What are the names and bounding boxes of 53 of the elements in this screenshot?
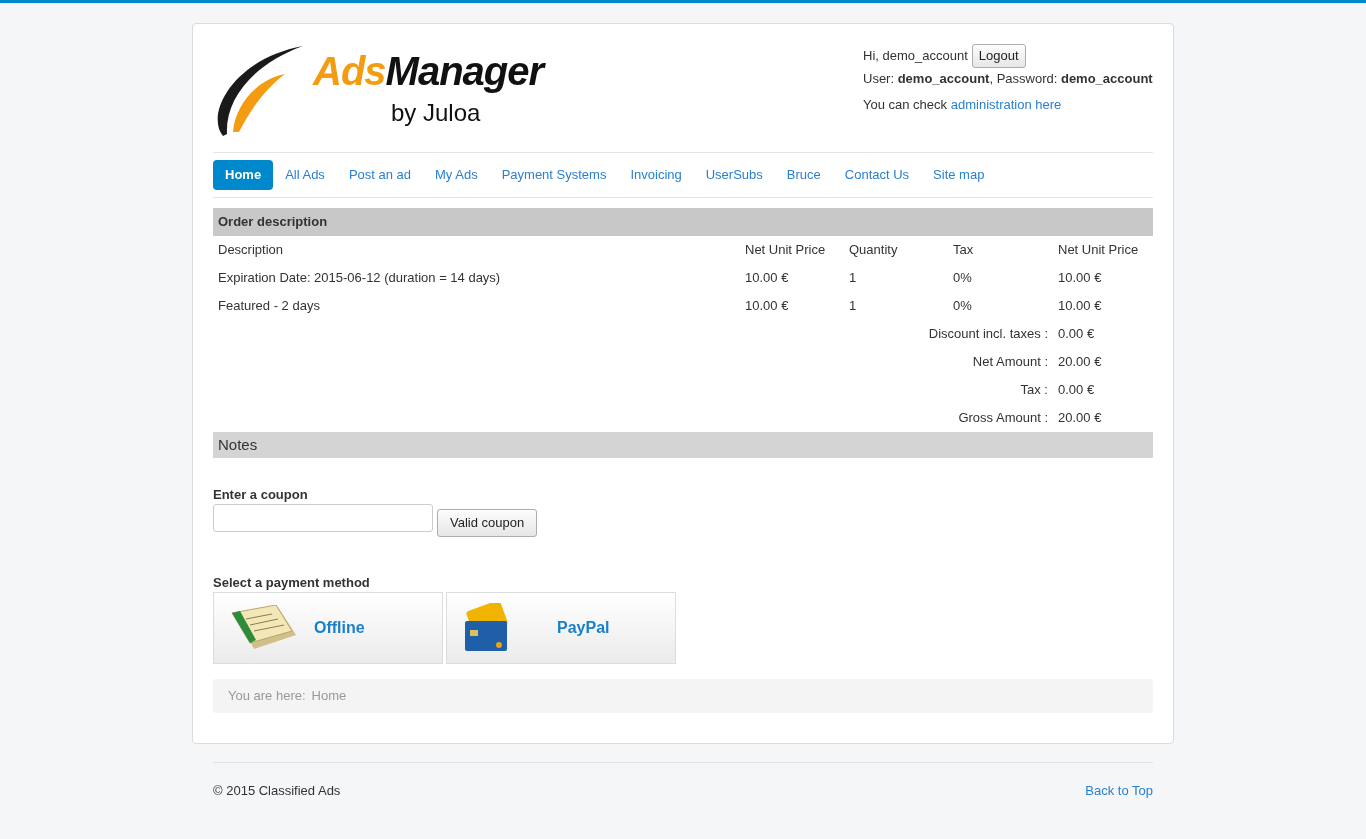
breadcrumb-prefix: You are here: (228, 688, 306, 703)
total-label: Tax : (1019, 381, 1049, 399)
table-cell-text: 10.00 € (1057, 297, 1103, 315)
table-cell-text: Featured - 2 days (217, 297, 321, 315)
payment-option-button[interactable]: Offline (213, 592, 443, 664)
total-value: 20.00 € (1057, 353, 1103, 371)
total-label: Discount incl. taxes : (927, 325, 1049, 343)
coupon-input-field[interactable] (213, 504, 433, 532)
coupon-label: Enter a coupon (213, 486, 309, 504)
logout-button[interactable]: Logout (971, 44, 1026, 68)
column-header: Tax (952, 241, 975, 259)
logo-tagline: by Juloa (391, 101, 482, 125)
total-value: 0.00 € (1057, 381, 1096, 399)
total-value: 20.00 € (1057, 409, 1103, 427)
back-to-top-link[interactable]: Back to Top (1085, 782, 1153, 800)
nav-link-item[interactable]: Post an ad (336, 160, 424, 190)
nav-link-item[interactable]: UserSubs (693, 160, 775, 190)
greeting-text: Hi, demo_account (863, 47, 968, 65)
total-label: Net Amount : (971, 353, 1049, 371)
copyright-text: © 2015 Classified Ads (213, 782, 341, 800)
table-cell-text: 1 (848, 297, 858, 315)
table-cell-text: 10.00 € (1057, 269, 1103, 287)
administration-link[interactable]: administration here (950, 97, 1062, 112)
column-header: Net Unit Price (744, 241, 827, 259)
total-label: Gross Amount : (957, 409, 1049, 427)
section-header: Notes (213, 432, 1153, 458)
nav-link-item[interactable]: Invoicing (618, 160, 694, 190)
credentials-text: User: demo_account, Password: demo_account (863, 70, 1153, 88)
nav-link-item[interactable]: Payment Systems (489, 160, 619, 190)
nav-link-item[interactable]: My Ads (423, 160, 490, 190)
column-header: Quantity (848, 241, 899, 259)
valid-coupon-button[interactable]: Valid coupon (437, 509, 538, 537)
payment-method-label: Select a payment method (213, 574, 371, 592)
admin-text: You can check (863, 97, 948, 112)
table-cell-text: 10.00 € (744, 297, 790, 315)
total-value: 0.00 € (1057, 325, 1096, 343)
logo-wordmark: AdsManager (313, 51, 544, 95)
nav-link-item[interactable]: Bruce (774, 160, 833, 190)
table-cell-text: 10.00 € (744, 269, 790, 287)
table-cell-text: 0% (952, 269, 973, 287)
table-cell-text: Expiration Date: 2015-06-12 (duration = 14 days) (217, 269, 502, 287)
column-header: Net Unit Price (1057, 241, 1140, 259)
nav-link-item[interactable]: All Ads (273, 160, 337, 190)
payment-option-button[interactable]: PayPal (446, 592, 676, 664)
nav-link-item[interactable]: Contact Us (832, 160, 922, 190)
column-header: Description (217, 241, 285, 259)
nav-link-item[interactable]: Site map (921, 160, 997, 190)
nav-link-item[interactable]: Home (213, 160, 274, 190)
table-cell-text: 0% (952, 297, 973, 315)
section-header: Order description (213, 208, 1153, 236)
table-cell-text: 1 (848, 269, 858, 287)
cheque-book-icon (228, 605, 298, 651)
breadcrumb-item-text: Home (311, 688, 347, 703)
